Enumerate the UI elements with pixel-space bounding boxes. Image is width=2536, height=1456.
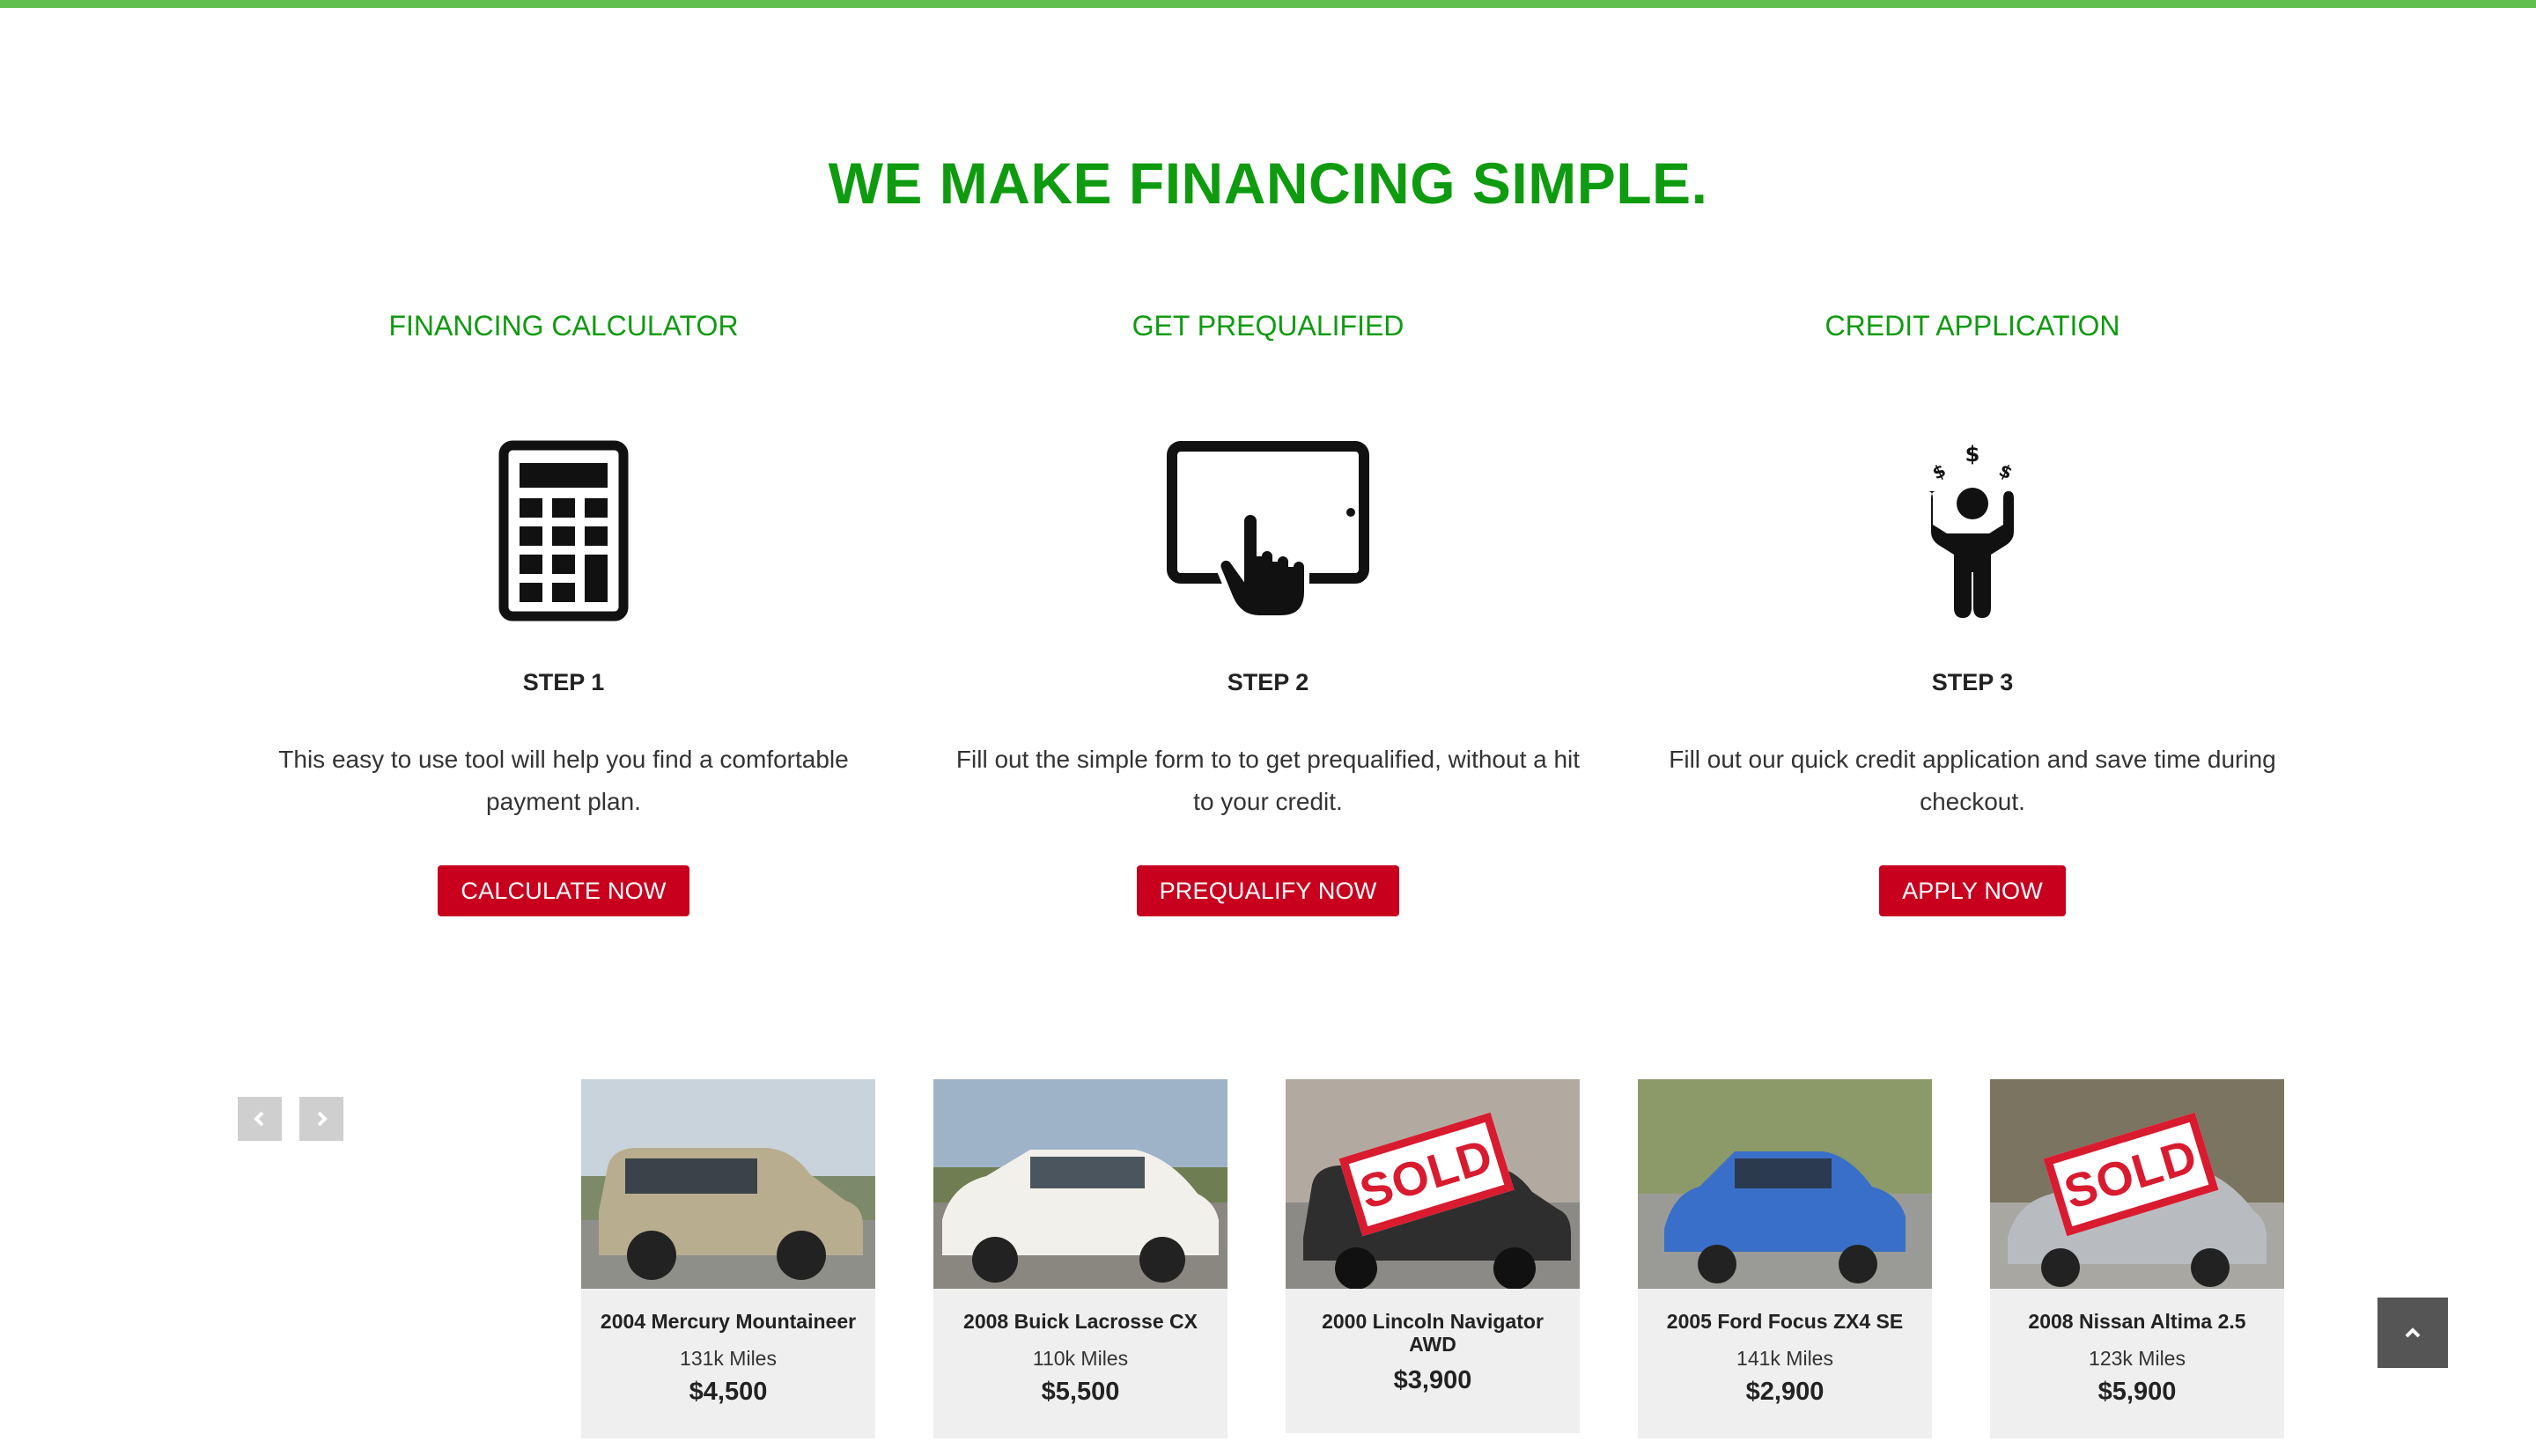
calculator-icon	[498, 440, 629, 621]
step-description: This easy to use tool will help you find…	[278, 746, 849, 815]
vehicle-title[interactable]: 2008 Buick Lacrosse CX	[944, 1310, 1217, 1333]
vehicle-mileage: 131k Miles	[680, 1347, 777, 1370]
vehicle-image	[933, 1079, 1227, 1289]
vehicle-mileage: 123k Miles	[2089, 1347, 2186, 1370]
apply-now-button[interactable]: APPLY NOW	[1879, 865, 2066, 916]
step-number: STEP 2	[1227, 669, 1309, 695]
vehicle-photo[interactable]	[581, 1079, 875, 1289]
step-heading[interactable]: FINANCING CALCULATOR	[229, 299, 898, 352]
page-headline: WE MAKE FINANCING SIMPLE.	[828, 151, 1708, 216]
vehicle-title[interactable]: 2004 Mercury Mountaineer	[592, 1310, 865, 1333]
svg-text:$: $	[1929, 460, 1950, 484]
step-description: Fill out the simple form to to get prequ…	[955, 746, 1581, 815]
vehicle-price: $2,900	[1745, 1378, 1825, 1406]
vehicle-title[interactable]: 2000 Lincoln Navigator AWD	[1296, 1310, 1569, 1356]
vehicle-price: $3,900	[1393, 1366, 1472, 1394]
vehicle-card[interactable]: 2008 Buick Lacrosse CX 110k Miles $5,500	[933, 1079, 1227, 1438]
chevron-left-icon	[254, 1111, 264, 1127]
step-card-credit-application: CREDIT APPLICATION $ $ $ STEP 3 Fill out…	[1638, 299, 2307, 916]
vehicle-photo[interactable]	[933, 1079, 1227, 1289]
vehicle-mileage: 110k Miles	[1032, 1347, 1129, 1370]
vehicle-card[interactable]: SOLD 2008 Nissan Altima 2.5 123k Miles $…	[1990, 1079, 2284, 1438]
vehicle-mileage: 141k Miles	[1736, 1347, 1833, 1370]
vehicle-photo[interactable]: SOLD	[1286, 1079, 1580, 1289]
step-number: STEP 1	[522, 669, 605, 695]
prequalify-now-button[interactable]: PREQUALIFY NOW	[1136, 865, 1400, 916]
chevron-up-icon	[2405, 1327, 2421, 1338]
scroll-to-top-button[interactable]	[2378, 1298, 2448, 1368]
vehicle-title[interactable]: 2005 Ford Focus ZX4 SE	[1648, 1310, 1921, 1333]
vehicle-image	[1638, 1079, 1932, 1289]
vehicle-photo[interactable]: SOLD	[1990, 1079, 2284, 1289]
tablet-touch-icon	[1167, 441, 1369, 621]
vehicle-photo[interactable]	[1638, 1079, 1932, 1289]
vehicle-card[interactable]: 2004 Mercury Mountaineer 131k Miles $4,5…	[581, 1079, 875, 1438]
person-money-icon: $ $ $	[1928, 442, 2016, 618]
step-heading[interactable]: CREDIT APPLICATION	[1638, 299, 2307, 352]
step-card-get-prequalified: GET PREQUALIFIED STEP 2 Fill out the sim…	[933, 299, 1603, 916]
carousel-next-button[interactable]	[299, 1097, 343, 1141]
svg-text:$: $	[1996, 460, 2016, 484]
top-accent-bar	[0, 0, 2536, 8]
vehicle-image	[581, 1079, 875, 1289]
vehicle-card[interactable]: SOLD 2000 Lincoln Navigator AWD $3,900	[1286, 1079, 1580, 1433]
svg-text:$: $	[1965, 442, 1980, 467]
step-description: Fill out our quick credit application an…	[1669, 746, 2276, 815]
step-heading[interactable]: GET PREQUALIFIED	[933, 299, 1603, 352]
chevron-right-icon	[317, 1111, 328, 1127]
step-card-financing-calculator: FINANCING CALCULATOR STEP 1 This easy to…	[229, 299, 898, 916]
vehicle-price: $5,500	[1041, 1378, 1120, 1406]
vehicle-card[interactable]: 2005 Ford Focus ZX4 SE 141k Miles $2,900	[1638, 1079, 1932, 1438]
calculate-now-button[interactable]: CALCULATE NOW	[438, 865, 689, 916]
carousel-prev-button[interactable]	[238, 1097, 282, 1141]
vehicle-price: $4,500	[689, 1378, 768, 1406]
vehicle-price: $5,900	[2097, 1378, 2177, 1406]
vehicle-title[interactable]: 2008 Nissan Altima 2.5	[2001, 1310, 2274, 1333]
step-number: STEP 3	[1931, 669, 2014, 695]
